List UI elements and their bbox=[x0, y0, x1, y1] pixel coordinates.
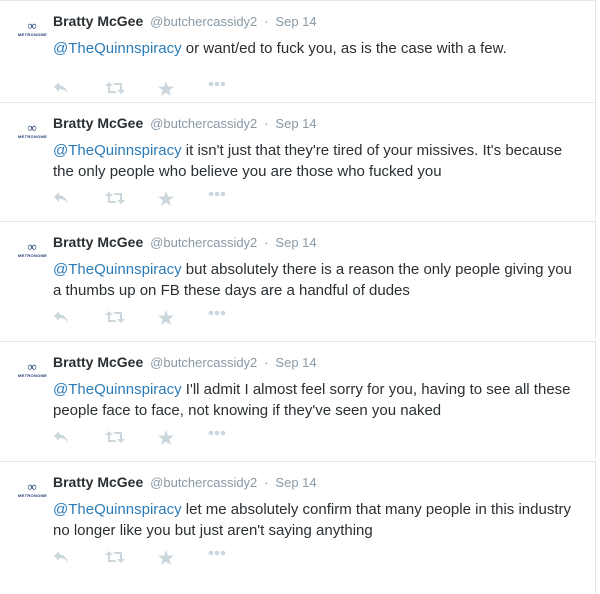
star-icon[interactable] bbox=[155, 189, 177, 209]
tweet-body: or want/ed to fuck you, as is the case w… bbox=[181, 40, 507, 57]
retweet-icon[interactable] bbox=[104, 428, 126, 448]
avatar-logo-text: METRONOME bbox=[18, 134, 48, 139]
avatar[interactable]: ∞ METRONOME bbox=[18, 239, 48, 262]
separator-dot: · bbox=[264, 235, 269, 250]
mention-link[interactable]: @TheQuinnspiracy bbox=[53, 142, 182, 159]
author-name[interactable]: Bratty McGee bbox=[53, 115, 143, 131]
tweet[interactable]: ∞ METRONOME Bratty McGee @butchercassidy… bbox=[0, 341, 596, 459]
avatar-logo-text: METRONOME bbox=[18, 32, 48, 37]
retweet-icon[interactable] bbox=[104, 79, 126, 99]
more-icon[interactable] bbox=[206, 548, 228, 568]
avatar-logo-icon: ∞ bbox=[27, 359, 37, 374]
author-handle[interactable]: @butchercassidy2 bbox=[150, 235, 257, 250]
author-handle[interactable]: @butchercassidy2 bbox=[150, 116, 257, 131]
retweet-icon[interactable] bbox=[104, 189, 126, 209]
avatar-logo-icon: ∞ bbox=[27, 239, 37, 254]
mention-link[interactable]: @TheQuinnspiracy bbox=[53, 261, 182, 278]
reply-icon[interactable] bbox=[50, 189, 72, 209]
avatar[interactable]: ∞ METRONOME bbox=[18, 18, 48, 41]
tweet-header: Bratty McGee @butchercassidy2 · Sep 14 bbox=[53, 473, 317, 492]
tweet-text: @TheQuinnspiracy or want/ed to fuck you,… bbox=[53, 38, 573, 59]
avatar-logo-text: METRONOME bbox=[18, 493, 48, 498]
avatar[interactable]: ∞ METRONOME bbox=[18, 479, 48, 502]
separator-dot: · bbox=[264, 116, 269, 131]
star-icon[interactable] bbox=[155, 308, 177, 328]
avatar-logo-text: METRONOME bbox=[18, 253, 48, 258]
author-name[interactable]: Bratty McGee bbox=[53, 13, 143, 29]
star-icon[interactable] bbox=[155, 428, 177, 448]
avatar[interactable]: ∞ METRONOME bbox=[18, 120, 48, 143]
tweet-text: @TheQuinnspiracy I'll admit I almost fee… bbox=[53, 379, 573, 421]
author-handle[interactable]: @butchercassidy2 bbox=[150, 355, 257, 370]
retweet-icon[interactable] bbox=[104, 308, 126, 328]
tweet[interactable]: ∞ METRONOME Bratty McGee @butchercassidy… bbox=[0, 102, 596, 220]
tweet-header: Bratty McGee @butchercassidy2 · Sep 14 bbox=[53, 353, 317, 372]
more-icon[interactable] bbox=[206, 428, 228, 448]
reply-icon[interactable] bbox=[50, 548, 72, 568]
more-icon[interactable] bbox=[206, 189, 228, 209]
avatar-logo-icon: ∞ bbox=[27, 18, 37, 33]
reply-icon[interactable] bbox=[50, 308, 72, 328]
author-name[interactable]: Bratty McGee bbox=[53, 474, 143, 490]
avatar[interactable]: ∞ METRONOME bbox=[18, 359, 48, 382]
separator-dot: · bbox=[264, 475, 269, 490]
tweet-header: Bratty McGee @butchercassidy2 · Sep 14 bbox=[53, 12, 317, 31]
timeline: ∞ METRONOME Bratty McGee @butchercassidy… bbox=[0, 0, 600, 594]
tweet-timestamp[interactable]: Sep 14 bbox=[275, 14, 316, 29]
tweet-text: @TheQuinnspiracy it isn't just that they… bbox=[53, 140, 573, 182]
author-handle[interactable]: @butchercassidy2 bbox=[150, 475, 257, 490]
tweet[interactable]: ∞ METRONOME Bratty McGee @butchercassidy… bbox=[0, 461, 596, 594]
avatar-logo-icon: ∞ bbox=[27, 479, 37, 494]
mention-link[interactable]: @TheQuinnspiracy bbox=[53, 381, 182, 398]
more-icon[interactable] bbox=[206, 308, 228, 328]
tweet-text: @TheQuinnspiracy let me absolutely confi… bbox=[53, 499, 573, 541]
author-handle[interactable]: @butchercassidy2 bbox=[150, 14, 257, 29]
avatar-logo-text: METRONOME bbox=[18, 373, 48, 378]
tweet[interactable]: ∞ METRONOME Bratty McGee @butchercassidy… bbox=[0, 221, 596, 339]
author-name[interactable]: Bratty McGee bbox=[53, 234, 143, 250]
star-icon[interactable] bbox=[155, 79, 177, 99]
tweet-text: @TheQuinnspiracy but absolutely there is… bbox=[53, 259, 573, 301]
reply-icon[interactable] bbox=[50, 79, 72, 99]
more-icon[interactable] bbox=[206, 79, 228, 99]
tweet[interactable]: ∞ METRONOME Bratty McGee @butchercassidy… bbox=[0, 0, 596, 118]
avatar-logo-icon: ∞ bbox=[27, 120, 37, 135]
mention-link[interactable]: @TheQuinnspiracy bbox=[53, 40, 182, 57]
tweet-header: Bratty McGee @butchercassidy2 · Sep 14 bbox=[53, 114, 317, 133]
tweet-timestamp[interactable]: Sep 14 bbox=[275, 116, 316, 131]
tweet-timestamp[interactable]: Sep 14 bbox=[275, 355, 316, 370]
star-icon[interactable] bbox=[155, 548, 177, 568]
reply-icon[interactable] bbox=[50, 428, 72, 448]
tweet-timestamp[interactable]: Sep 14 bbox=[275, 475, 316, 490]
tweet-header: Bratty McGee @butchercassidy2 · Sep 14 bbox=[53, 233, 317, 252]
retweet-icon[interactable] bbox=[104, 548, 126, 568]
mention-link[interactable]: @TheQuinnspiracy bbox=[53, 501, 182, 518]
separator-dot: · bbox=[264, 355, 269, 370]
author-name[interactable]: Bratty McGee bbox=[53, 354, 143, 370]
tweet-timestamp[interactable]: Sep 14 bbox=[275, 235, 316, 250]
separator-dot: · bbox=[264, 14, 269, 29]
